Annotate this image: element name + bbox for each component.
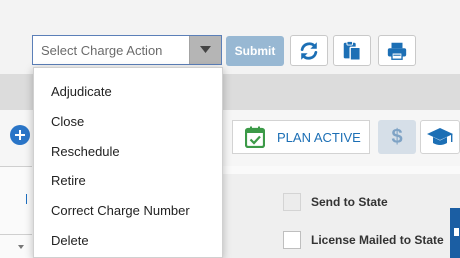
send-to-state-checkbox[interactable]: [283, 193, 301, 211]
license-mailed-label: License Mailed to State: [311, 233, 444, 247]
education-button[interactable]: [420, 120, 460, 154]
divider: [0, 234, 32, 235]
plus-icon: [15, 130, 25, 140]
plan-active-button[interactable]: PLAN ACTIVE: [232, 120, 370, 154]
print-icon: [387, 42, 407, 60]
refresh-icon: [300, 41, 318, 60]
calendar-check-icon: [245, 126, 265, 148]
license-mailed-checkbox[interactable]: [283, 231, 301, 249]
paste-icon: [343, 40, 361, 61]
menu-item-reschedule[interactable]: Reschedule: [51, 144, 120, 159]
print-button[interactable]: [378, 35, 416, 66]
add-button[interactable]: [10, 125, 30, 145]
graduation-cap-icon: [427, 128, 453, 145]
send-to-state-label: Send to State: [311, 195, 388, 209]
divider: [0, 166, 32, 167]
dropdown-toggle[interactable]: [189, 36, 221, 64]
chevron-down-icon[interactable]: [18, 245, 24, 249]
side-tab-icon: [454, 228, 459, 236]
menu-item-adjudicate[interactable]: Adjudicate: [51, 84, 112, 99]
chevron-down-icon: [200, 46, 211, 53]
menu-item-close[interactable]: Close: [51, 114, 84, 129]
fees-button[interactable]: $: [378, 120, 416, 154]
menu-item-delete[interactable]: Delete: [51, 233, 89, 248]
menu-item-correct-charge-number[interactable]: Correct Charge Number: [51, 203, 190, 218]
dollar-icon: $: [391, 125, 403, 148]
field-marker: [26, 194, 27, 204]
charge-action-placeholder: Select Charge Action: [41, 43, 163, 58]
paste-button[interactable]: [333, 35, 371, 66]
charge-action-menu: Adjudicate Close Reschedule Retire Corre…: [33, 67, 223, 258]
menu-item-retire[interactable]: Retire: [51, 173, 86, 188]
plan-active-label: PLAN ACTIVE: [277, 130, 361, 145]
refresh-button[interactable]: [290, 35, 328, 66]
charge-action-select[interactable]: Select Charge Action: [32, 35, 222, 65]
submit-button[interactable]: Submit: [226, 36, 284, 66]
